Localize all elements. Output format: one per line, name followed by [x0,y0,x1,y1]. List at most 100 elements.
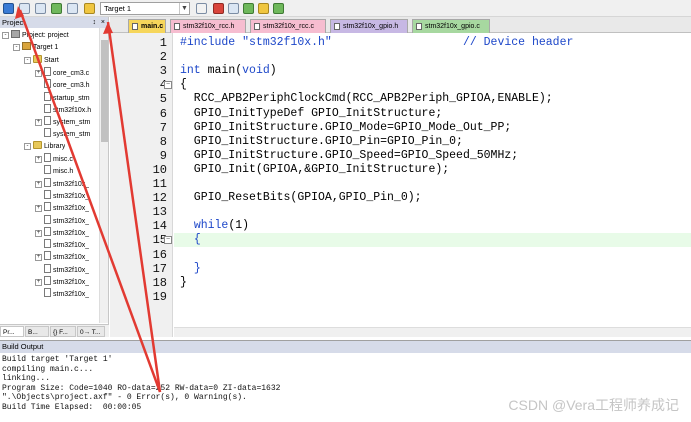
pack-installer-icon[interactable] [258,3,269,14]
scroll-thumb[interactable] [101,40,108,142]
line-number: 1 [159,36,167,50]
code-line[interactable]: { [180,78,187,92]
download-icon[interactable] [84,3,95,14]
file-icon [44,103,51,113]
file-extensions-icon[interactable] [228,3,239,14]
fold-toggle-icon[interactable]: − [164,236,172,245]
code-line[interactable]: } [180,262,201,276]
tree-item-label: system_stm [53,131,91,139]
tree-item[interactable]: stm32f10x_ [35,288,89,300]
tree-item[interactable]: stm32f10x.h [35,103,91,116]
tree-item[interactable]: + stm32f10x_ [35,177,89,190]
tree-item[interactable]: - Start [24,54,59,67]
code-line[interactable]: #include "stm32f10x.h" // Device header [180,36,573,50]
code-line[interactable]: GPIO_ResetBits(GPIOA,GPIO_Pin_0); [180,191,422,205]
collapse-icon[interactable]: - [2,32,9,39]
expand-icon[interactable]: + [35,205,42,213]
expand-icon[interactable]: + [35,254,42,262]
line-number: 17 [152,261,167,276]
code-line[interactable]: int main(void) [180,64,277,78]
code-line[interactable]: { [180,233,201,247]
tab-project[interactable]: Pr... [0,326,24,337]
file-icon [416,23,422,30]
project-scrollbar[interactable] [99,28,108,323]
tree-item-label: stm32f10x_ [53,192,90,200]
expand-icon[interactable]: + [35,279,42,286]
manage-components-icon[interactable] [243,3,254,14]
close-icon[interactable]: × [101,17,105,28]
code-line[interactable]: while(1) [180,219,249,233]
pin-icon[interactable]: ↕ [93,17,97,28]
code-line[interactable]: GPIO_InitStructure.GPIO_Pin=GPIO_Pin_0; [180,135,463,149]
translate-icon[interactable] [3,3,14,14]
tree-item[interactable]: - Target 1 [13,42,58,54]
tab-gpio-h[interactable]: stm32f10x_gpio.h [330,19,408,33]
tree-item[interactable]: + stm32f10x_ [35,276,89,288]
code-line[interactable]: GPIO_InitTypeDef GPIO_InitStructure; [180,107,442,121]
code-token: (1) [228,219,250,233]
tree-item[interactable]: system_stm [35,128,90,140]
tab-rcc-h[interactable]: stm32f10x_rcc.h [170,19,246,33]
expand-icon[interactable]: + [35,229,42,237]
collapse-icon[interactable]: - [24,142,31,150]
tree-item[interactable]: + system_stm [35,116,90,128]
tree-item-label: system_stm [53,119,91,127]
tree-item[interactable]: stm32f10x_ [35,263,89,276]
tree-item[interactable]: - Library [24,140,65,153]
target-select[interactable]: Target 1 ▼ [100,2,190,15]
tree-item[interactable]: startup_stm [35,91,90,104]
tree-item-label: Target 1 [33,44,59,52]
code-token: GPIO_Init(GPIOA,&GPIO_InitStructure); [180,162,450,176]
tree-item[interactable]: + misc.c [35,153,73,165]
code-line[interactable]: GPIO_InitStructure.GPIO_Speed=GPIO_Speed… [180,149,518,163]
tab-functions[interactable]: {} F... [50,326,76,337]
run-time-env-icon[interactable] [273,3,284,14]
tree-item[interactable]: stm32f10x_ [35,189,90,202]
tree-item[interactable]: + core_cm3.c [35,66,90,79]
tree-item[interactable]: + stm32f10x_ [35,251,89,263]
tab-templates[interactable]: 0→ T... [77,326,105,337]
expand-icon[interactable]: + [35,69,42,77]
expand-icon[interactable]: + [35,180,42,188]
folder-icon [33,54,42,63]
tab-main-c[interactable]: main.c [128,19,166,33]
tree-item[interactable]: + stm32f10x_ [35,202,89,214]
code-line[interactable]: } [180,276,187,290]
tree-item[interactable]: misc.h [35,165,73,177]
tree-item-label: core_cm3.c [53,69,90,77]
tree-item[interactable]: core_cm3.h [35,79,90,91]
tree-item-label: stm32f10x_ [53,229,90,237]
tab-gpio-c[interactable]: stm32f10x_gpio.c [412,19,490,33]
file-icon [44,153,51,162]
collapse-icon[interactable]: - [13,44,20,52]
editor-horizontal-scrollbar[interactable] [174,327,691,337]
tree-item[interactable]: - Project: project [2,30,69,42]
stop-build-icon[interactable] [67,3,78,14]
line-number: 5 [159,92,167,107]
code-line[interactable]: GPIO_Init(GPIOA,&GPIO_InitStructure); [180,163,449,177]
line-number: 11 [152,177,167,191]
target-options-icon[interactable] [196,3,207,14]
expand-icon[interactable]: + [35,156,42,163]
code-editor[interactable]: #include "stm32f10x.h" // Device header i… [174,33,691,337]
tree-item[interactable]: + stm32f10x_ [35,226,90,239]
file-icon [44,226,51,236]
code-token: } [180,275,187,289]
expand-icon[interactable]: + [35,119,42,127]
tab-rcc-c[interactable]: stm32f10x_rcc.c [250,19,326,33]
code-line[interactable]: RCC_APB2PeriphClockCmd(RCC_APB2Periph_GP… [180,92,553,106]
batch-build-icon[interactable] [51,3,62,14]
code-token: // Device header [331,36,574,49]
code-token: GPIO_InitStructure.GPIO_Speed=GPIO_Speed… [180,148,519,162]
tree-item[interactable]: stm32f10x_ [35,239,89,251]
tab-books[interactable]: B... [25,326,49,337]
rebuild-icon[interactable] [35,3,46,14]
build-icon[interactable] [19,3,30,14]
file-icon [44,276,51,285]
code-line[interactable]: GPIO_InitStructure.GPIO_Mode=GPIO_Mode_O… [180,121,511,135]
fold-toggle-icon[interactable]: − [164,81,172,90]
tree-item[interactable]: stm32f10x_ [35,214,89,227]
collapse-icon[interactable]: - [24,56,31,64]
debug-icon[interactable] [213,3,224,14]
file-icon [44,116,51,126]
